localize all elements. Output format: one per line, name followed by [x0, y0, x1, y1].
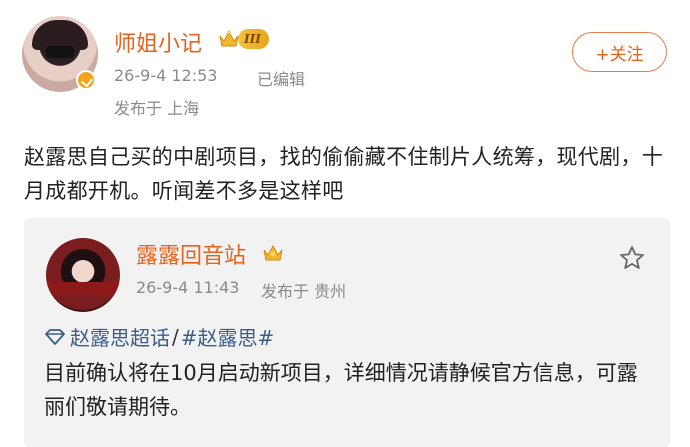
- star-icon[interactable]: [618, 244, 646, 272]
- repost-body: 目前确认将在10月启动新项目，详细情况请静候官方信息，可露丽们敬请期待。: [44, 361, 638, 419]
- author-name[interactable]: 师姐小记: [114, 26, 202, 58]
- post-time: 26-9-4 12:53: [114, 66, 218, 85]
- avatar-banner: [46, 282, 120, 296]
- repost-author-avatar[interactable]: [46, 238, 120, 312]
- follow-button[interactable]: +关注: [572, 32, 667, 72]
- post-location: 发布于 上海: [114, 99, 200, 118]
- crown-icon: [263, 244, 283, 261]
- topic-line: 赵露思超话 / #赵露思#: [44, 322, 274, 351]
- verified-badge-icon: [76, 70, 96, 90]
- topic-separator: /: [172, 324, 179, 349]
- post-body: 赵露思自己买的中剧项目，找的偷偷藏不住制片人统筹，现代剧，十月成都开机。听闻差不…: [24, 145, 663, 203]
- repost-location: 发布于 贵州: [261, 282, 347, 301]
- avatar-mask: [46, 46, 74, 58]
- edited-label[interactable]: 已编辑: [257, 66, 305, 90]
- repost-author-name[interactable]: 露露回音站: [136, 238, 246, 270]
- supertopic-link[interactable]: 赵露思超话: [70, 322, 170, 351]
- crown-icon: [218, 28, 240, 50]
- level-label: III: [238, 29, 269, 49]
- diamond-icon: [45, 328, 65, 345]
- reposted-card[interactable]: 露露回音站 26-9-4 11:43 发布于 贵州 赵露思超话 / #赵露思# …: [24, 218, 670, 447]
- hashtag-link[interactable]: #赵露思#: [181, 322, 275, 351]
- member-level-badge[interactable]: III: [218, 27, 269, 51]
- repost-time: 26-9-4 11:43: [136, 278, 240, 297]
